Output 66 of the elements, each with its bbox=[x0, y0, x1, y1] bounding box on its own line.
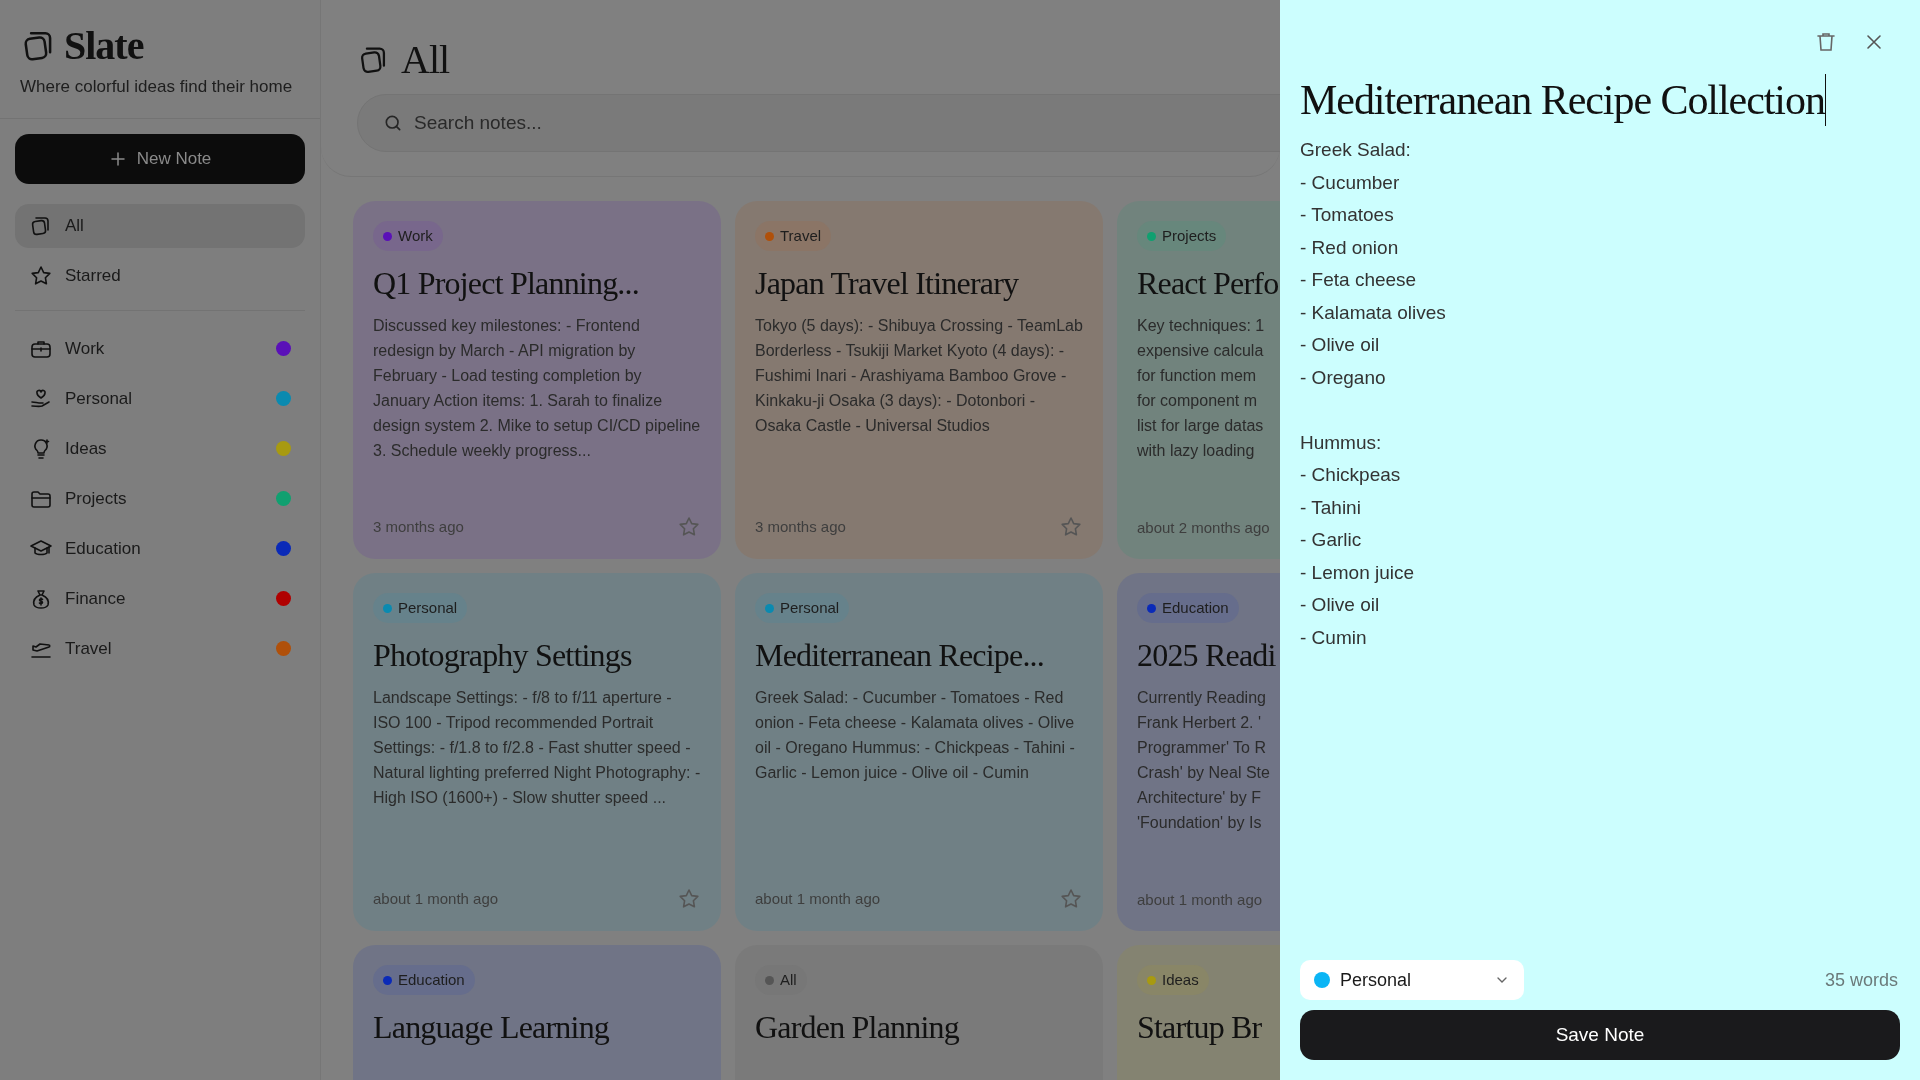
star-icon[interactable] bbox=[1059, 887, 1083, 911]
note-title: Photography Settings bbox=[373, 636, 633, 675]
category-item[interactable]: Projects bbox=[15, 476, 305, 521]
word-count: 35 words bbox=[1824, 968, 1899, 992]
category-item[interactable]: Personal bbox=[15, 376, 305, 421]
category-item[interactable]: Finance bbox=[15, 576, 305, 621]
star-icon bbox=[29, 263, 53, 288]
note-title-field[interactable]: Mediterranean Recipe Collection bbox=[1300, 74, 1826, 126]
category-select[interactable]: Personal bbox=[1300, 960, 1524, 1000]
category-item[interactable]: Education bbox=[15, 526, 305, 571]
app-name: Slate bbox=[64, 24, 144, 68]
category-tag: Projects bbox=[1137, 221, 1227, 251]
note-preview: Landscape Settings: - f/8 to f/11 aperture - ISO 100 - Tripod recommended Portrait Settings: - f/1.8 to f/2.8 - Fast shutter speed - Natural lighting preferred Night Photography: - High ISO (1600+) - Slow shutter speed ... bbox=[373, 688, 701, 808]
trash-icon bbox=[1814, 30, 1838, 54]
note-title: Startup Br bbox=[1137, 1008, 1263, 1047]
note-title: Japan Travel Itinerary bbox=[755, 264, 1020, 303]
note-card[interactable]: Education 2025 Readi Currently Reading Frank Herbert 2. ' Programmer' To R Crash' by Neal Ste Architecture' by F 'Foundation' by Is about 1 month ago bbox=[1117, 573, 1280, 931]
note-time: 3 months ago bbox=[373, 516, 464, 537]
category-tag: Travel bbox=[755, 221, 832, 251]
note-card[interactable]: Education Language Learning bbox=[353, 945, 721, 1080]
delete-button[interactable] bbox=[1814, 30, 1838, 54]
page-title: All bbox=[401, 38, 450, 82]
note-card[interactable]: Projects React Perfo Key techniques: 1 expensive calcula for function mem for component m list for large datas with lazy loading about 2 months ago bbox=[1117, 201, 1280, 559]
note-card[interactable]: Ideas Startup Br bbox=[1117, 945, 1280, 1080]
note-title: React Perfo bbox=[1137, 264, 1280, 303]
note-content-field[interactable]: Greek Salad: - Cucumber - Tomatoes - Red onion - Feta cheese - Kalamata olives - Olive oil - Oregano Hummus: - Chickpeas - Tahini - Garlic - Lemon juice - Olive oil - Cumin bbox=[1300, 134, 1900, 654]
plus-icon bbox=[108, 149, 127, 168]
note-time: 3 months ago bbox=[755, 516, 846, 537]
note-preview: Currently Reading Frank Herbert 2. ' Programmer' To R Crash' by Neal Ste Architecture' by F 'Foundation' by Is bbox=[1137, 688, 1271, 833]
star-icon[interactable] bbox=[677, 515, 701, 539]
category-tag: Personal bbox=[755, 593, 850, 623]
search-icon bbox=[383, 113, 403, 133]
category-tag: Ideas bbox=[1137, 965, 1209, 995]
note-preview: Discussed key milestones: - Frontend redesign by March - API migration by February - Load testing completion by January Action items: 1. Sarah to finalize design system 2. Mike to setup CI/CD pipeline 3. Schedule weekly progress... bbox=[373, 316, 701, 461]
star-icon[interactable] bbox=[677, 887, 701, 911]
new-note-button[interactable]: New Note bbox=[15, 133, 305, 184]
note-title: Language Learning bbox=[373, 1008, 611, 1047]
category-tag: Education bbox=[373, 965, 475, 995]
note-time: about 1 month ago bbox=[1137, 889, 1263, 910]
note-title: Q1 Project Planning... bbox=[373, 264, 640, 303]
note-title: 2025 Readi bbox=[1137, 636, 1277, 675]
note-card[interactable] bbox=[735, 201, 1103, 559]
note-title: Mediterranean Recipe... bbox=[755, 636, 1045, 675]
star-icon[interactable] bbox=[1059, 515, 1083, 539]
note-preview: Tokyo (5 days): - Shibuya Crossing - TeamLab Borderless - Tsukiji Market Kyoto (4 days): - Fushimi Inari - Arashiyama Bamboo Grove - Kinkaku-ji Osaka (3 days): - Dotonbori - Osaka Castle - Universal Studios bbox=[755, 316, 1083, 436]
category-tag: Personal bbox=[373, 593, 468, 623]
note-card[interactable] bbox=[353, 573, 721, 931]
note-preview: Greek Salad: - Cucumber - Tomatoes - Red onion - Feta cheese - Kalamata olives - Olive oil - Oregano Hummus: - Chickpeas - Tahini - Garlic - Lemon juice - Olive oil - Cumin bbox=[755, 688, 1076, 783]
app-tagline: Where colorful ideas find their home bbox=[20, 76, 294, 98]
save-note-button[interactable]: Save Note bbox=[1300, 1010, 1900, 1060]
category-item[interactable]: Ideas bbox=[15, 426, 305, 471]
note-time: about 1 month ago bbox=[373, 888, 499, 909]
note-card[interactable]: All Garden Planning bbox=[735, 945, 1103, 1080]
search-field[interactable]: Search notes... bbox=[357, 94, 1280, 152]
category-tag: Work bbox=[373, 221, 443, 251]
nav-item[interactable]: Starred bbox=[15, 253, 305, 298]
note-card[interactable] bbox=[735, 573, 1103, 931]
nav-item[interactable]: All bbox=[15, 203, 305, 248]
category-item[interactable]: Travel bbox=[15, 626, 305, 671]
category-item[interactable]: Work bbox=[15, 326, 305, 371]
category-tag: Education bbox=[1137, 593, 1239, 623]
note-time: about 2 months ago bbox=[1137, 517, 1270, 538]
note-card[interactable] bbox=[353, 201, 721, 559]
note-title: Garden Planning bbox=[755, 1008, 960, 1047]
note-time: about 1 month ago bbox=[755, 888, 881, 909]
note-preview: Key techniques: 1 expensive calcula for function mem for component m list for large datas with lazy loading bbox=[1137, 316, 1266, 461]
